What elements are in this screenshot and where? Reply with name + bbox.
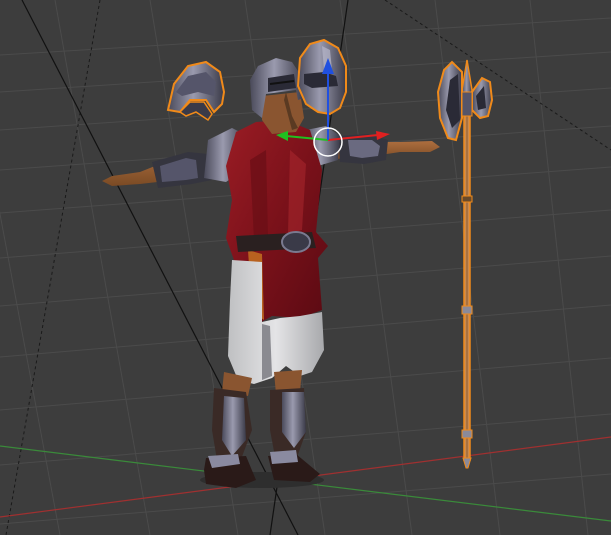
belt-buckle: [281, 231, 311, 253]
viewport-canvas[interactable]: [0, 0, 611, 535]
sallet-helmet[interactable]: [296, 38, 347, 116]
3d-viewport[interactable]: [0, 0, 611, 535]
